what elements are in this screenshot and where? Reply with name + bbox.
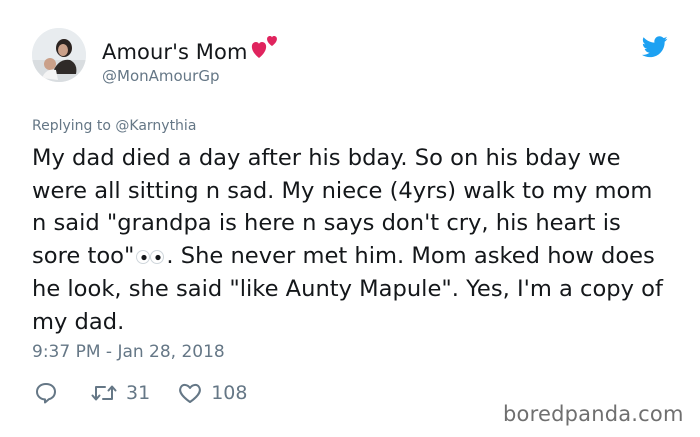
author-display-name[interactable]: Amour's Mom (102, 40, 248, 64)
replying-to: Replying to @Karnythia (32, 118, 196, 134)
tweet-actions: 31 108 (34, 380, 247, 406)
profile-photo-icon (32, 28, 86, 82)
tweet-text: My dad died a day after his bday. So on … (32, 142, 672, 339)
like-button[interactable]: 108 (177, 381, 247, 405)
heart-icon (179, 383, 202, 403)
like-count: 108 (211, 382, 248, 404)
avatar[interactable] (32, 28, 86, 82)
twitter-bird-icon[interactable] (641, 36, 668, 58)
author-name-row[interactable]: Amour's Mom (102, 34, 280, 67)
boredpanda-watermark: boredpanda.com (503, 402, 684, 426)
retweet-icon (91, 385, 117, 401)
eyes-icon (135, 241, 165, 274)
two-hearts-icon (250, 34, 280, 64)
reply-button[interactable] (34, 381, 60, 405)
tweet-timestamp[interactable]: 9:37 PM - Jan 28, 2018 (32, 342, 225, 362)
retweet-button[interactable]: 31 (90, 382, 150, 404)
author-handle[interactable]: @MonAmourGp (102, 67, 220, 85)
reply-mention-link[interactable]: @Karnythia (115, 118, 196, 134)
tweet-card: Amour's Mom @MonAmourGp Replying to @Kar… (0, 0, 700, 437)
comment-bubble-icon (36, 383, 56, 404)
replying-to-label: Replying to (32, 118, 116, 134)
retweet-count: 31 (126, 382, 151, 404)
